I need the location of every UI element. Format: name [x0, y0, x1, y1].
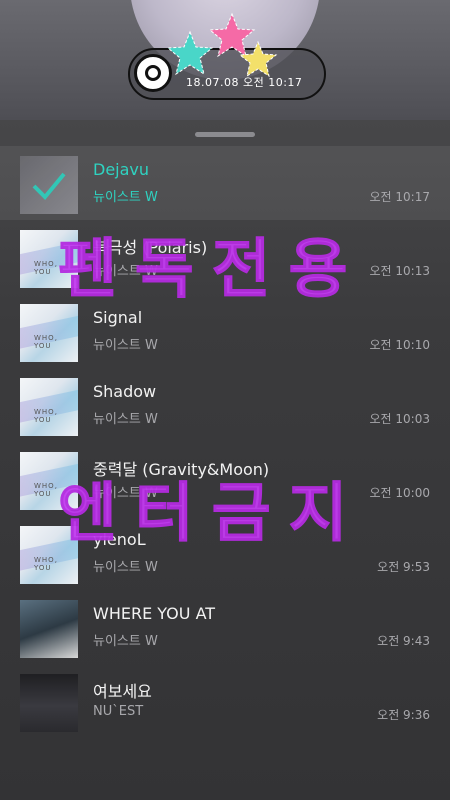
album-thumbnail: WHO, YOU: [20, 304, 78, 362]
sheet-drag-handle[interactable]: [195, 132, 255, 137]
song-artist: 뉴이스트 W: [93, 412, 158, 427]
song-time: 오전 10:13: [369, 264, 430, 278]
song-time: 오전 10:03: [369, 412, 430, 426]
album-text: WHO, YOU: [34, 408, 58, 424]
song-title: Signal: [93, 308, 143, 327]
song-title: WHERE YOU AT: [93, 604, 216, 623]
song-artist: 뉴이스트 W: [93, 634, 158, 649]
song-artist: 뉴이스트 W: [93, 190, 158, 205]
song-time: 오전 10:00: [369, 486, 430, 500]
now-playing-header: 18.07.08 오전 10:17: [0, 0, 450, 120]
song-artist: 뉴이스트 W: [93, 560, 158, 575]
check-icon: [32, 172, 66, 200]
album-text: WHO, YOU: [34, 334, 58, 350]
song-row[interactable]: Dejavu 뉴이스트 W 오전 10:17: [0, 146, 450, 220]
watermark-text-top: 펜독전용: [58, 233, 366, 308]
song-time: 오전 9:43: [377, 634, 430, 648]
album-thumbnail: [20, 674, 78, 732]
song-title: Dejavu: [93, 160, 150, 179]
album-text: WHO, YOU: [34, 556, 58, 572]
album-thumbnail: [20, 156, 78, 214]
song-time: 오전 10:17: [369, 190, 430, 204]
song-time: 오전 9:53: [377, 560, 430, 574]
album-thumbnail: WHO, YOU: [20, 378, 78, 436]
song-row[interactable]: WHO, YOU Shadow 뉴이스트 W 오전 10:03: [0, 368, 450, 442]
song-title: Shadow: [93, 382, 157, 401]
star-sticker-icon: [166, 12, 278, 78]
song-artist: NU`EST: [93, 704, 144, 719]
album-thumbnail: [20, 600, 78, 658]
song-row[interactable]: 여보세요 NU`EST 오전 9:36: [0, 664, 450, 738]
song-row[interactable]: WHERE YOU AT 뉴이스트 W 오전 9:43: [0, 590, 450, 664]
watermark-text-bottom: 엔터금지: [58, 477, 366, 552]
song-time: 오전 9:36: [377, 708, 430, 722]
song-time: 오전 10:10: [369, 338, 430, 352]
song-artist: 뉴이스트 W: [93, 338, 158, 353]
song-title: 여보세요: [93, 682, 152, 701]
